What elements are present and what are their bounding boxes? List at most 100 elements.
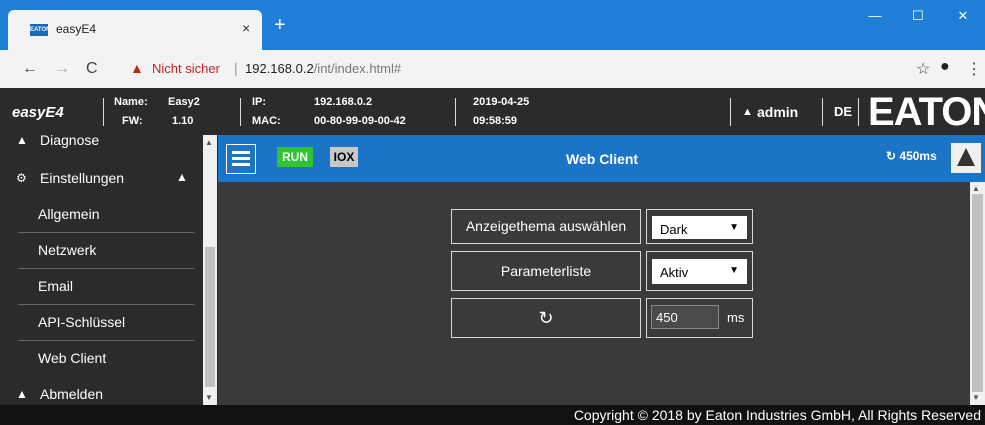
sidebar-item-label: API-Schlüssel xyxy=(38,314,126,330)
sidebar-item-web-client[interactable]: Web Client xyxy=(0,341,202,377)
mac-label: MAC: xyxy=(252,115,281,127)
warning-icon[interactable]: ▲ xyxy=(130,60,144,76)
url-host: 192.168.0.2 xyxy=(245,61,314,76)
content-scrollbar[interactable]: ▲ ▼ xyxy=(970,182,985,405)
ip-address: 192.168.0.2 xyxy=(314,96,373,108)
eaton-favicon-icon: EATON xyxy=(30,24,50,36)
name-label: Name: xyxy=(114,96,148,108)
sidebar-item-logout[interactable]: ▲ Abmelden xyxy=(0,381,202,405)
fw-version: 1.10 xyxy=(172,115,194,127)
fw-label: FW: xyxy=(122,115,143,127)
ip-label: IP: xyxy=(252,96,267,108)
theme-label: Anzeigethema auswählen xyxy=(451,209,641,244)
eaton-logo: EATON xyxy=(868,90,985,134)
sidebar-item-network[interactable]: Netzwerk xyxy=(0,233,202,269)
header-divider xyxy=(822,98,823,126)
dropdown-arrow-icon: ▼ xyxy=(729,265,739,276)
header-divider xyxy=(455,98,456,126)
minimize-icon[interactable]: — xyxy=(860,8,890,23)
refresh-button[interactable]: ↻ xyxy=(451,298,641,338)
refresh-interval-input[interactable] xyxy=(651,305,719,329)
theme-select[interactable]: Dark ▼ xyxy=(652,216,747,239)
back-icon[interactable]: ← xyxy=(22,60,38,78)
main-content: Anzeigethema auswählen Dark ▼ Parameterl… xyxy=(218,182,970,405)
header-divider xyxy=(730,98,731,126)
security-warning[interactable]: Nicht sicher xyxy=(152,61,220,76)
user-icon: ▲ xyxy=(742,106,753,118)
forward-icon[interactable]: → xyxy=(54,60,70,78)
footer: Copyright © 2018 by Eaton Industries Gmb… xyxy=(0,405,985,425)
tab-title: easyE4 xyxy=(56,22,97,36)
sidebar-item-general[interactable]: Allgemein xyxy=(0,197,202,233)
current-user[interactable]: admin xyxy=(757,104,798,120)
brand-name: easyE4 xyxy=(12,104,64,121)
gear-icon: ⚙ xyxy=(16,171,27,185)
sidebar-item-label: Einstellungen xyxy=(40,170,125,186)
scroll-thumb[interactable] xyxy=(972,194,983,392)
hamburger-line xyxy=(232,157,250,160)
parameter-select-cell: Aktiv ▼ xyxy=(646,251,753,291)
up-arrow-icon xyxy=(957,148,975,166)
collapse-arrow-icon[interactable]: ▲ xyxy=(176,170,188,184)
scroll-up-icon[interactable]: ▲ xyxy=(205,138,213,147)
app-header: easyE4 Name: Easy2 FW: 1.10 IP: 192.168.… xyxy=(0,88,985,135)
refresh-icon: ↻ xyxy=(538,308,554,328)
device-name: Easy2 xyxy=(168,96,200,108)
copyright-text: Copyright © 2018 by Eaton Industries Gmb… xyxy=(573,407,981,423)
new-tab-icon[interactable]: + xyxy=(274,15,286,35)
parameter-select-value: Aktiv xyxy=(660,265,689,280)
sidebar-item-settings[interactable]: ⚙ Einstellungen ▲ xyxy=(0,161,202,197)
maximize-icon[interactable]: ☐ xyxy=(903,8,933,24)
address-bar: ← → C ▲ Nicht sicher | 192.168.0.2/int/i… xyxy=(0,50,985,89)
user-icon: ▲ xyxy=(16,387,28,401)
scroll-top-button[interactable] xyxy=(951,143,981,173)
dropdown-arrow-icon: ▼ xyxy=(729,222,739,233)
refresh-unit-label: ms xyxy=(727,310,745,325)
reload-icon[interactable]: C xyxy=(86,60,98,78)
sidebar: ▲ Diagnose ⚙ Einstellungen ▲ Allgemein N… xyxy=(0,135,218,405)
theme-select-cell: Dark ▼ xyxy=(646,209,753,244)
sidebar-item-email[interactable]: Email xyxy=(0,269,202,305)
date: 2019-04-25 xyxy=(473,96,530,108)
parameter-list-select[interactable]: Aktiv ▼ xyxy=(652,259,747,284)
iox-button[interactable]: IOX xyxy=(330,147,358,167)
theme-select-value: Dark xyxy=(660,222,688,237)
hamburger-line xyxy=(232,151,250,154)
sidebar-item-label: Abmelden xyxy=(40,386,104,402)
refresh-icon: ↻ xyxy=(886,149,897,163)
mac-address: 00-80-99-09-00-42 xyxy=(314,115,406,127)
language-selector[interactable]: DE xyxy=(834,104,852,119)
bookmark-star-icon[interactable]: ☆ xyxy=(916,59,930,79)
sidebar-scrollbar[interactable]: ▲ ▼ xyxy=(203,135,217,405)
scroll-thumb[interactable] xyxy=(205,247,215,387)
url-field[interactable]: 192.168.0.2/int/index.html# xyxy=(245,61,401,76)
browser-tab[interactable]: EATON easyE4 × xyxy=(8,10,262,50)
page-title: Web Client xyxy=(566,151,639,167)
sidebar-item-api-key[interactable]: API-Schlüssel xyxy=(0,305,202,341)
browser-title-bar: EATON easyE4 × + — ☐ ✕ xyxy=(0,0,985,50)
hamburger-line xyxy=(232,163,250,166)
scroll-down-icon[interactable]: ▼ xyxy=(205,393,213,402)
toolbar: RUN IOX Web Client ↻ 450ms xyxy=(218,135,985,183)
refresh-interval-cell: ms xyxy=(646,298,753,338)
hamburger-menu-icon[interactable] xyxy=(226,144,256,174)
sidebar-item-label: Netzwerk xyxy=(38,242,97,258)
scroll-down-icon[interactable]: ▼ xyxy=(972,393,980,402)
close-tab-icon[interactable]: × xyxy=(242,20,250,36)
time: 09:58:59 xyxy=(473,115,518,127)
parameter-list-label: Parameterliste xyxy=(451,251,641,291)
warning-triangle-icon: ▲ xyxy=(16,135,28,147)
refresh-interval-label: 450ms xyxy=(899,149,937,163)
url-path: /int/index.html# xyxy=(313,61,402,76)
header-divider xyxy=(240,98,241,126)
close-window-icon[interactable]: ✕ xyxy=(948,8,978,24)
sidebar-item-label: Allgemein xyxy=(38,206,100,222)
sidebar-item-label: Web Client xyxy=(38,350,107,366)
scroll-up-icon[interactable]: ▲ xyxy=(972,184,980,193)
browser-menu-icon[interactable]: ⋮ xyxy=(966,59,982,79)
refresh-interval-badge[interactable]: ↻ 450ms xyxy=(886,149,937,163)
sidebar-item-diagnose[interactable]: ▲ Diagnose xyxy=(0,135,202,163)
header-divider xyxy=(858,98,859,126)
run-status-button[interactable]: RUN xyxy=(277,147,313,167)
profile-icon[interactable]: ● xyxy=(940,58,950,76)
